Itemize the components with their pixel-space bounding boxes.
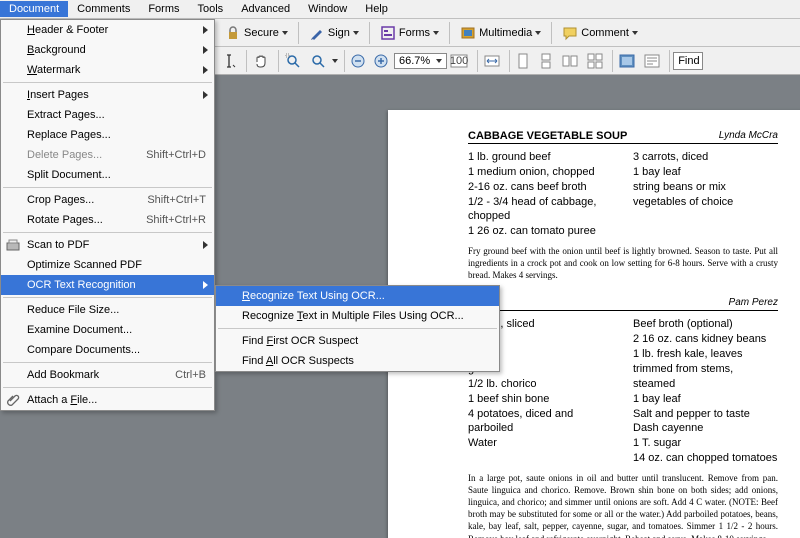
two-up-icon (562, 54, 578, 68)
menu-recognize-multiple[interactable]: Recognize Text in Multiple Files Using O… (216, 306, 499, 326)
continuous-icon (539, 53, 553, 69)
reading-mode-button[interactable] (642, 52, 665, 70)
multimedia-label: Multimedia (479, 27, 532, 39)
fullscreen-button[interactable] (617, 52, 640, 70)
zoom-marquee-icon (285, 53, 301, 69)
two-up-cont-icon (587, 53, 603, 69)
sign-label: Sign (328, 27, 350, 39)
zoom-in-icon (374, 54, 388, 68)
document-menu-dropdown: Header & Footer Background Watermark Ins… (0, 19, 215, 411)
fit-width-button[interactable] (482, 52, 505, 70)
menu-extract-pages[interactable]: Extract Pages... (1, 105, 214, 125)
zoom-level-input[interactable]: 66.7% (394, 53, 447, 69)
fit-width-icon (484, 54, 500, 68)
menu-split-document[interactable]: Split Document... (1, 165, 214, 185)
zoom-100-button[interactable]: 100 (448, 52, 473, 70)
lock-icon (225, 25, 241, 41)
scanner-icon (5, 237, 21, 253)
menu-header-footer[interactable]: Header & Footer (1, 20, 214, 40)
pen-icon (309, 25, 325, 41)
menu-examine-document[interactable]: Examine Document... (1, 320, 214, 340)
text-cursor-tool[interactable] (219, 51, 242, 71)
recipe2-title: SOUP Pam Perez (468, 297, 778, 311)
single-page-button[interactable] (514, 51, 535, 71)
svg-text:100: 100 (450, 55, 468, 67)
single-page-icon (516, 53, 530, 69)
menu-find-all-suspects[interactable]: Find All OCR Suspects (216, 351, 499, 371)
forms-icon (380, 25, 396, 41)
menu-help[interactable]: Help (356, 1, 397, 17)
zoom-marquee-tool[interactable] (283, 51, 306, 71)
recipe1-ingredients: 1 lb. ground beef 1 medium onion, choppe… (468, 150, 778, 239)
menu-crop-pages[interactable]: Crop Pages...Shift+Ctrl+T (1, 190, 214, 210)
reading-icon (644, 54, 660, 68)
menu-optimize-scanned[interactable]: Optimize Scanned PDF (1, 255, 214, 275)
zoom-out-icon (351, 54, 365, 68)
menu-recognize-text-ocr[interactable]: Recognize Text Using OCR... (216, 286, 499, 306)
fullscreen-icon (619, 54, 635, 68)
menu-comments[interactable]: Comments (68, 1, 139, 17)
menu-document[interactable]: Document (0, 1, 68, 17)
paperclip-icon (5, 392, 21, 408)
two-up-cont-button[interactable] (585, 51, 608, 71)
menu-window[interactable]: Window (299, 1, 356, 17)
text-cursor-icon (221, 53, 237, 69)
secure-button[interactable]: Secure (219, 23, 294, 43)
menu-compare-documents[interactable]: Compare Documents... (1, 340, 214, 360)
recipe2-body: In a large pot, saute onions in oil and … (468, 472, 778, 538)
menu-watermark[interactable]: Watermark (1, 60, 214, 80)
ocr-submenu: Recognize Text Using OCR... Recognize Te… (215, 285, 500, 372)
menu-rotate-pages[interactable]: Rotate Pages...Shift+Ctrl+R (1, 210, 214, 230)
menu-delete-pages: Delete Pages...Shift+Ctrl+D (1, 145, 214, 165)
find-input[interactable]: Find (673, 52, 703, 70)
menu-scan-to-pdf[interactable]: Scan to PDF (1, 235, 214, 255)
forms-label: Forms (399, 27, 430, 39)
zoom-100-icon: 100 (450, 54, 468, 68)
menu-insert-pages[interactable]: Insert Pages (1, 85, 214, 105)
hand-icon (253, 53, 269, 69)
hand-tool[interactable] (251, 51, 274, 71)
menu-ocr-text-recognition[interactable]: OCR Text Recognition (1, 275, 214, 295)
menu-forms[interactable]: Forms (139, 1, 188, 17)
zoom-dynamic-icon (310, 53, 326, 69)
zoom-out-button[interactable] (349, 52, 370, 70)
multimedia-icon (460, 25, 476, 41)
comment-label: Comment (581, 27, 629, 39)
secure-label: Secure (244, 27, 279, 39)
menu-replace-pages[interactable]: Replace Pages... (1, 125, 214, 145)
menu-add-bookmark[interactable]: Add BookmarkCtrl+B (1, 365, 214, 385)
menu-advanced[interactable]: Advanced (232, 1, 299, 17)
recipe2-ingredients: onions, sliced oil tter guica 1/2 lb. ch… (468, 317, 778, 465)
comment-icon (562, 25, 578, 41)
recipe1-title: CABBAGE VEGETABLE SOUP Lynda McCra (468, 130, 778, 144)
menu-reduce-file-size[interactable]: Reduce File Size... (1, 300, 214, 320)
recipe1-body: Fry ground beef with the onion until bee… (468, 245, 778, 281)
menu-attach-file[interactable]: Attach a File... (1, 390, 214, 410)
continuous-page-button[interactable] (537, 51, 558, 71)
menu-tools[interactable]: Tools (189, 1, 233, 17)
comment-button[interactable]: Comment (556, 23, 644, 43)
two-up-button[interactable] (560, 52, 583, 70)
zoom-in-button[interactable] (372, 52, 393, 70)
zoom-dynamic-tool[interactable] (308, 51, 340, 71)
menu-find-first-suspect[interactable]: Find First OCR Suspect (216, 331, 499, 351)
multimedia-button[interactable]: Multimedia (454, 23, 547, 43)
menubar: Document Comments Forms Tools Advanced W… (0, 0, 800, 19)
sign-button[interactable]: Sign (303, 23, 365, 43)
menu-background[interactable]: Background (1, 40, 214, 60)
forms-button[interactable]: Forms (374, 23, 445, 43)
